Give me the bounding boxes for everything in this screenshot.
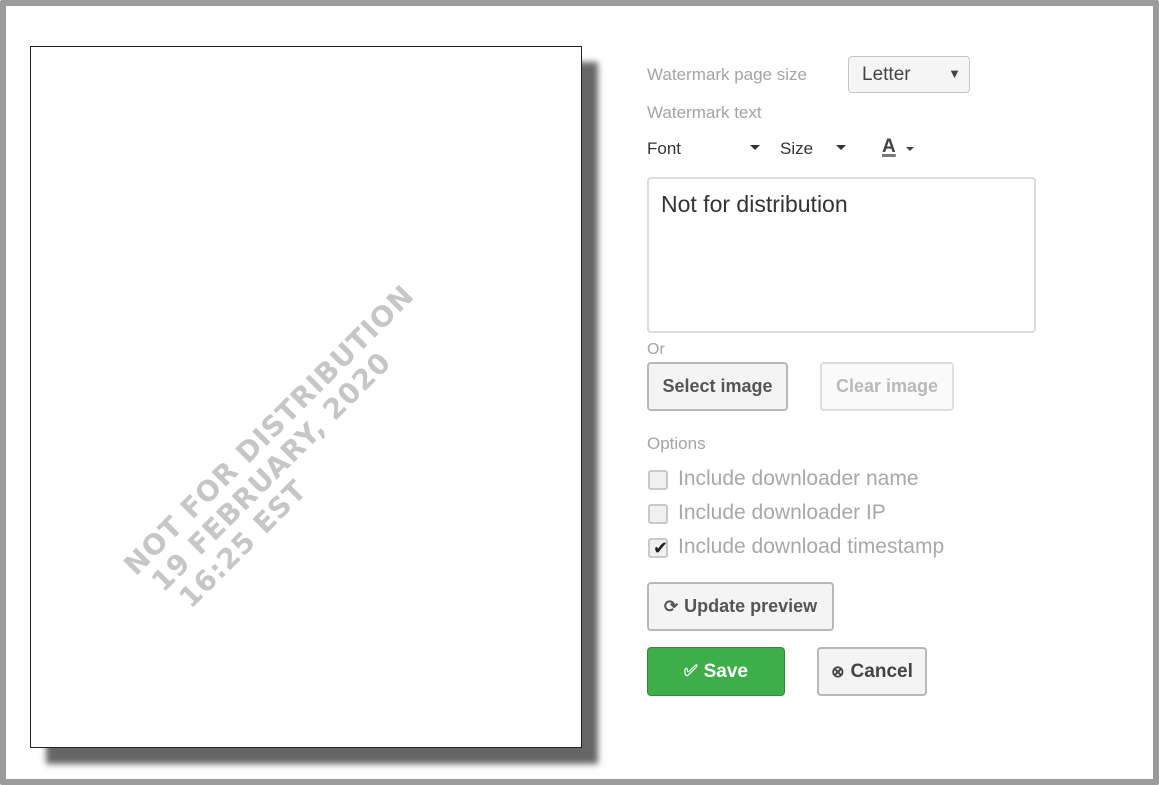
font-caret-icon[interactable] <box>750 145 760 150</box>
option-label: Include downloader IP <box>678 501 886 524</box>
save-button[interactable]: ✅︎ Save <box>647 647 785 696</box>
cancel-label: Cancel <box>850 660 913 682</box>
option-label: Include download timestamp <box>678 535 945 558</box>
watermark-preview-page: NOT FOR DISTRIBUTION 19 FEBRUARY, 2020 1… <box>30 46 582 748</box>
save-label: Save <box>703 660 748 682</box>
clear-image-button[interactable]: Clear image <box>820 362 954 411</box>
dropdown-arrow-icon: ▼ <box>948 66 961 81</box>
select-image-button[interactable]: Select image <box>647 362 788 411</box>
cancel-circle-icon: ⊗ <box>831 663 845 681</box>
checkmark-icon: ✔ <box>653 538 669 558</box>
watermark-line-2: 19 FEBRUARY, 2020 <box>144 345 398 599</box>
update-preview-button[interactable]: ⟳ Update preview <box>647 582 834 631</box>
text-color-button[interactable]: A <box>880 136 916 162</box>
option-label: Include downloader name <box>678 467 919 490</box>
watermark-preview-text: NOT FOR DISTRIBUTION 19 FEBRUARY, 2020 1… <box>117 278 464 625</box>
watermark-text-input[interactable]: Not for distribution <box>647 177 1036 333</box>
text-color-caret-icon <box>906 147 914 151</box>
checkbox[interactable] <box>648 470 668 490</box>
or-label: Or <box>647 341 665 358</box>
watermark-text-label: Watermark text <box>647 103 762 122</box>
size-caret-icon[interactable] <box>836 145 846 150</box>
size-dropdown[interactable]: Size <box>780 139 813 159</box>
text-color-icon: A <box>882 136 896 157</box>
page-size-label: Watermark page size <box>647 65 807 84</box>
update-preview-label: Update preview <box>684 596 818 616</box>
watermark-text-value: Not for distribution <box>661 191 848 217</box>
page-size-value: Letter <box>862 64 911 85</box>
page-size-select[interactable]: Letter ▼ <box>848 56 970 93</box>
refresh-icon: ⟳ <box>663 596 679 616</box>
cancel-button[interactable]: ⊗ Cancel <box>817 647 927 696</box>
check-circle-icon: ✅︎ <box>684 662 698 680</box>
font-dropdown[interactable]: Font <box>647 139 681 159</box>
checkbox[interactable] <box>648 504 668 524</box>
checkbox[interactable]: ✔ <box>648 538 668 558</box>
options-label: Options <box>647 434 706 453</box>
